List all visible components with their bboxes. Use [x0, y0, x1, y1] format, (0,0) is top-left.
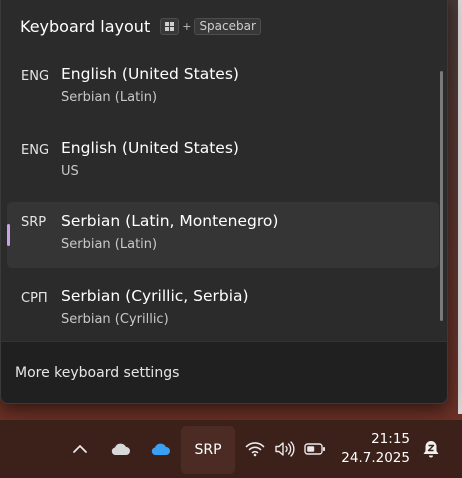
language-item-selected[interactable]: SRP Serbian (Latin, Montenegro) Serbian …	[7, 202, 439, 268]
clock-date: 24.7.2025	[341, 450, 410, 466]
language-abbr: SRP	[21, 215, 47, 230]
onedrive-icon[interactable]	[146, 420, 174, 478]
flyout-footer: More keyboard settings	[1, 341, 447, 403]
input-indicator-button[interactable]: SRP	[181, 426, 235, 474]
language-item[interactable]: ENG English (United States) US	[7, 131, 439, 197]
language-layout: Serbian (Latin)	[61, 237, 158, 252]
keyboard-layout-flyout: Keyboard layout + Spacebar ENG English (…	[0, 0, 448, 404]
cloud-icon[interactable]	[106, 420, 134, 478]
language-layout: Serbian (Latin)	[61, 90, 158, 105]
flyout-title: Keyboard layout	[20, 16, 151, 36]
language-item[interactable]: ENG English (United States) Serbian (Lat…	[7, 57, 439, 123]
shortcut-hint: + Spacebar	[160, 17, 261, 35]
notification-icon[interactable]	[418, 420, 444, 478]
clock-time: 21:15	[371, 431, 410, 447]
flyout-header: Keyboard layout + Spacebar	[20, 15, 261, 37]
battery-icon[interactable]	[302, 420, 328, 478]
clock[interactable]: 21:15 24.7.2025	[341, 430, 410, 468]
scrollbar[interactable]	[440, 71, 443, 321]
language-name: English (United States)	[61, 139, 239, 157]
chevron-up-icon[interactable]	[66, 420, 94, 478]
language-name: Serbian (Latin, Montenegro)	[61, 212, 279, 230]
language-abbr: ENG	[21, 143, 50, 158]
shortcut-plus: +	[182, 19, 192, 33]
selection-indicator	[7, 224, 10, 246]
background-window-edge	[458, 0, 462, 414]
language-abbr: СРП	[21, 291, 48, 306]
language-layout: US	[61, 164, 79, 179]
windows-key-icon	[160, 17, 180, 35]
language-name: English (United States)	[61, 65, 239, 83]
language-layout: Serbian (Cyrillic)	[61, 312, 169, 327]
language-item[interactable]: СРП Serbian (Cyrillic, Serbia) Serbian (…	[7, 279, 439, 345]
volume-icon[interactable]	[272, 420, 298, 478]
more-keyboard-settings-link[interactable]: More keyboard settings	[15, 365, 179, 381]
wifi-icon[interactable]	[242, 420, 268, 478]
language-name: Serbian (Cyrillic, Serbia)	[61, 287, 249, 305]
spacebar-key: Spacebar	[194, 17, 261, 35]
language-abbr: ENG	[21, 69, 50, 84]
